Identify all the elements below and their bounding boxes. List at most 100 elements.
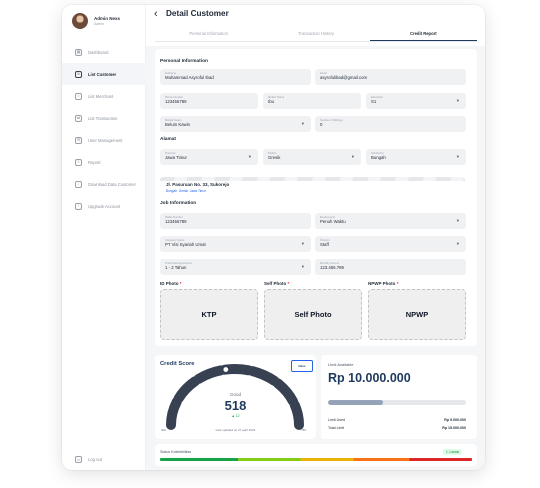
npwp-photo-label: NPWP Photo *	[368, 281, 399, 286]
sidebar-item-download-data-customer[interactable]: ↓ Download Data Customer	[62, 173, 146, 195]
dependents-field[interactable]: Number of Siblings 0	[315, 116, 466, 132]
section-title-personal: Personal Information	[160, 59, 208, 64]
sidebar-item-report[interactable]: ≡ Report	[62, 151, 146, 173]
status-badge: 1. Lancar	[443, 449, 463, 455]
sidebar-item-label: List Merchant	[88, 93, 114, 99]
credit-score-value: 518	[224, 398, 247, 413]
district-select[interactable]: District Gresik ▾	[263, 149, 361, 165]
ktp-photo-upload[interactable]: KTP	[160, 289, 258, 340]
back-arrow-icon[interactable]: ‹	[154, 8, 158, 20]
credit-score-card: Credit Score Nexs Good 518 ▲ 12 300 Last…	[155, 355, 316, 439]
transaction-icon: ⇄	[75, 114, 82, 122]
self-photo-label: Self Photo *	[264, 281, 290, 286]
credit-score-updated: Last updated on 27 april 2023	[215, 428, 256, 432]
npwp-photo-upload[interactable]: NPWP	[368, 289, 466, 340]
limit-card: Limit Available Rp 10.000.000 Limit Used…	[321, 355, 477, 439]
chevron-down-icon: ▾	[456, 218, 459, 223]
sidebar-item-label: Download Data Customer	[88, 181, 136, 187]
chevron-down-icon: ▾	[456, 98, 459, 103]
sidebar-item-label: Upgrade Account	[88, 203, 121, 209]
monthly-income-field[interactable]: Monthly Income 123.456.789	[315, 259, 466, 275]
section-title-address: Alamat	[160, 137, 176, 142]
sidebar-item-list-customer[interactable]: ☺ List Customer	[62, 63, 146, 85]
company-select[interactable]: Company Name PT Visi Syariah Umat ▾	[160, 236, 311, 252]
download-icon: ↓	[75, 180, 82, 188]
avatar	[72, 13, 88, 29]
map-preview	[160, 177, 465, 181]
chevron-down-icon: ▾	[456, 241, 459, 246]
users-icon: ☺	[75, 70, 82, 78]
sidebar-item-label: List Transaction	[88, 115, 118, 121]
logout-label: Log out	[88, 457, 102, 462]
user-gear-icon: ⚙	[75, 136, 82, 144]
store-icon: ⌂	[75, 92, 82, 100]
limit-progress-bar	[328, 400, 466, 405]
sidebar-item-label: List Customer	[88, 71, 117, 77]
report-icon: ≡	[75, 158, 82, 166]
collectibility-status-card: Status Kolektibilitas 1. Lancar	[155, 444, 477, 466]
tab-personal-information[interactable]: Personal Information	[155, 28, 262, 41]
sidebar-nav: ▦ Dashboard ☺ List Customer ⌂ List Merchant ⇄ L…	[62, 41, 146, 217]
work-length-select[interactable]: Total Work Experience 1 - 2 Tahun ▾	[160, 259, 311, 275]
gauge-max-label: 780	[301, 428, 307, 432]
province-select[interactable]: Province Jawa Timur ▾	[160, 149, 258, 165]
chevron-down-icon: ▾	[301, 121, 304, 126]
chevron-down-icon: ▾	[351, 154, 354, 159]
chevron-down-icon: ▾	[301, 264, 304, 269]
sidebar-item-label: User Management	[88, 137, 123, 143]
sidebar-item-user-management[interactable]: ⚙ User Management	[62, 129, 146, 151]
page-title: Detail Customer	[166, 9, 229, 18]
topbar: ‹ Detail Customer Personal Information T…	[146, 5, 485, 46]
employment-type-select[interactable]: Employment Penuh Waktu ▾	[315, 213, 466, 229]
app-window: Admin Nexs Admin ▦ Dashboard ☺ List Custome…	[62, 5, 485, 470]
position-select[interactable]: Position Staff ▾	[315, 236, 466, 252]
dashboard-icon: ▦	[75, 48, 82, 56]
education-select[interactable]: Education S1 ▾	[366, 93, 466, 109]
profile[interactable]: Admin Nexs Admin	[72, 13, 120, 29]
address-detail: Bungah, Gresik, Jawa Timur	[166, 189, 207, 193]
subdistrict-select[interactable]: Subdistrict Bungah ▾	[366, 149, 466, 165]
tab-bar: Personal Information Transaction History…	[155, 28, 477, 42]
address-map-card[interactable]: Jl. Pasuruan No. 33, Sukorejo Bungah, Gr…	[160, 177, 465, 195]
total-limit-row: Total Limit Rp 15.000.000	[328, 426, 466, 430]
sidebar-item-label: Report	[88, 159, 101, 165]
sidebar-item-list-merchant[interactable]: ⌂ List Merchant	[62, 85, 146, 107]
customer-detail-card: Personal Information Fullname Muhammad A…	[155, 49, 477, 346]
status-title: Status Kolektibilitas	[160, 450, 192, 454]
employee-number-field[interactable]: Wallet Number 123456789	[160, 213, 311, 229]
limit-progress-fill	[328, 400, 384, 405]
chevron-down-icon: ▾	[301, 241, 304, 246]
profile-role: Admin	[94, 22, 105, 26]
profile-name: Admin Nexs	[94, 16, 121, 21]
chevron-down-icon: ▾	[456, 154, 459, 159]
marital-status-select[interactable]: Marital Status Belum Kawin ▾	[160, 116, 311, 132]
email-field[interactable]: Email asyrofulibad@gmail.com	[315, 69, 466, 85]
sidebar-item-list-transaction[interactable]: ⇄ List Transaction	[62, 107, 146, 129]
section-title-job: Job Information	[160, 201, 197, 206]
gauge-marker	[222, 365, 230, 374]
self-photo-upload[interactable]: Self Photo	[264, 289, 362, 340]
status-scale-bar	[160, 458, 472, 461]
tab-transaction-history[interactable]: Transaction History	[262, 28, 369, 41]
limit-title: Limit Available	[328, 362, 354, 367]
main-content: ‹ Detail Customer Personal Information T…	[146, 5, 485, 470]
credit-grade: Good	[229, 392, 242, 397]
mother-name-field[interactable]: Mother Name Ibu	[263, 93, 361, 109]
logout-button[interactable]: ⇦ Log out	[75, 456, 102, 463]
address-street: Jl. Pasuruan No. 33, Sukorejo	[166, 182, 230, 187]
chevron-down-icon: ▾	[248, 154, 251, 159]
limit-amount: Rp 10.000.000	[328, 371, 411, 385]
id-photo-label: ID Photo *	[160, 281, 182, 286]
sidebar-item-label: Dashboard	[88, 49, 109, 55]
credit-score-change: ▲ 12	[231, 414, 240, 418]
upgrade-icon: ↑	[75, 202, 82, 210]
sidebar-item-upgrade-account[interactable]: ↑ Upgrade Account	[62, 195, 146, 217]
limit-used-row: Limit Used Rp 5.000.000	[328, 418, 466, 422]
credit-score-gauge	[166, 364, 304, 430]
fullname-field[interactable]: Fullname Muhammad Asyroful Ibad	[160, 69, 311, 85]
sidebar: Admin Nexs Admin ▦ Dashboard ☺ List Custome…	[62, 5, 146, 470]
logout-icon: ⇦	[75, 456, 82, 463]
sidebar-item-dashboard[interactable]: ▦ Dashboard	[62, 41, 146, 63]
tab-credit-report[interactable]: Credit Report	[369, 28, 477, 41]
phone-field[interactable]: Phone Number 123456789	[160, 93, 258, 109]
